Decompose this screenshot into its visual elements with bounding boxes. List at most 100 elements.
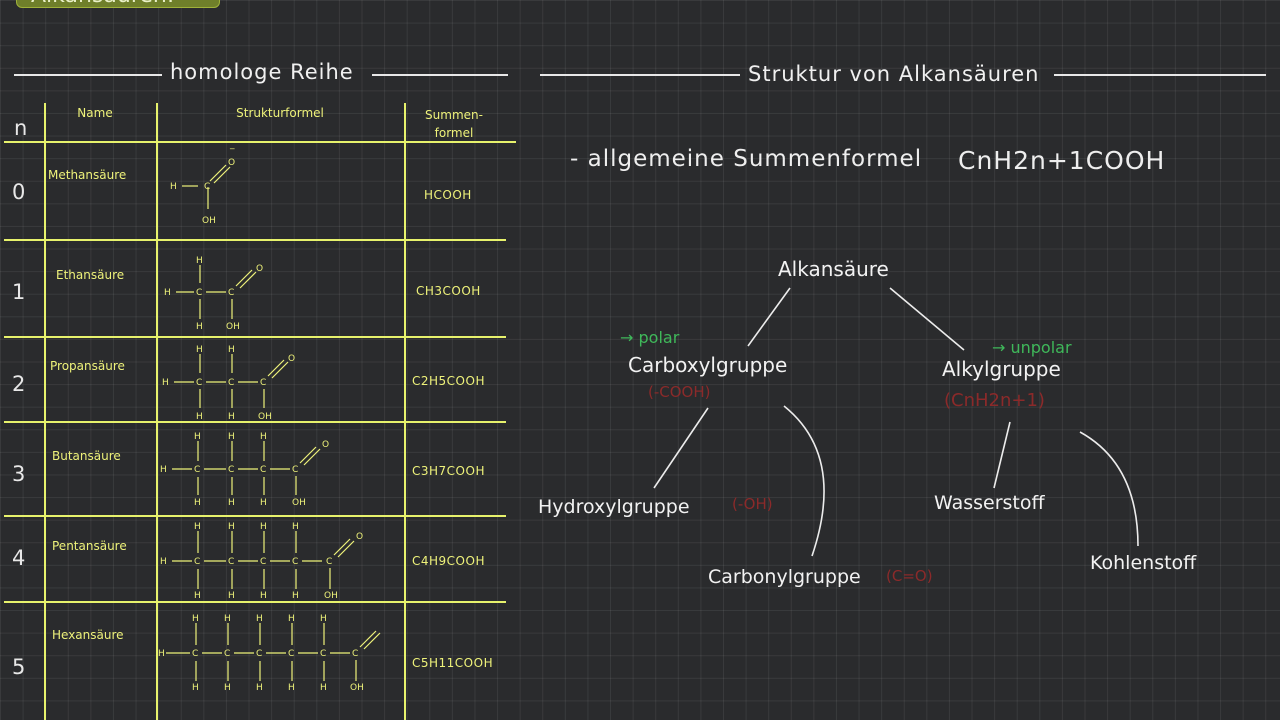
svg-text:H: H <box>196 256 203 266</box>
svg-text:C: C <box>326 557 332 567</box>
row-summenformel: C2H5COOH <box>412 374 485 388</box>
carboxyl-subformula: (-COOH) <box>648 383 711 401</box>
svg-text:C: C <box>196 288 202 298</box>
svg-text:O: O <box>228 158 235 168</box>
svg-text:C: C <box>292 557 298 567</box>
svg-text:H: H <box>228 432 235 442</box>
svg-text:H: H <box>228 498 235 508</box>
svg-text:H: H <box>162 378 169 388</box>
table-col-line <box>404 103 406 720</box>
row-summenformel: C4H9COOH <box>412 554 485 568</box>
svg-text:C: C <box>224 649 230 659</box>
node-carbonylgruppe: Carbonylgruppe <box>708 566 861 588</box>
row-n: 4 <box>12 546 26 570</box>
general-formula: CnH2n+1COOH <box>958 146 1166 175</box>
heading-rule-left <box>540 74 740 76</box>
svg-text:C: C <box>228 378 234 388</box>
svg-text:H: H <box>256 614 263 624</box>
svg-text:O: O <box>256 264 263 274</box>
header-strukturformel: Strukturformel <box>236 106 324 120</box>
svg-text:H: H <box>260 498 267 508</box>
svg-text:H: H <box>158 649 165 659</box>
svg-text:H: H <box>260 522 267 532</box>
row-summenformel: CH3COOH <box>416 284 481 298</box>
svg-text:C: C <box>260 557 266 567</box>
svg-text:OH: OH <box>226 322 240 332</box>
svg-text:H: H <box>228 345 235 355</box>
node-alkansaeure: Alkansäure <box>778 257 889 281</box>
struktur-heading: Struktur von Alkansäuren <box>748 62 1040 86</box>
svg-text:H: H <box>196 345 203 355</box>
svg-text:H: H <box>194 432 201 442</box>
svg-text:H: H <box>292 522 299 532</box>
row-n: 1 <box>12 280 26 304</box>
header-name: Name <box>77 106 113 120</box>
svg-text:H: H <box>170 182 177 192</box>
svg-text:C: C <box>196 378 202 388</box>
svg-text:C: C <box>260 465 266 475</box>
section-title-tag: Alkansäuren: <box>16 0 220 8</box>
svg-text:OH: OH <box>258 412 272 422</box>
carbonyl-subformula: (C=O) <box>886 567 933 585</box>
svg-text:O: O <box>356 532 363 542</box>
svg-text:H: H <box>320 614 327 624</box>
svg-text:H: H <box>194 522 201 532</box>
svg-text:C: C <box>260 378 266 388</box>
tag-polar: → polar <box>620 328 680 347</box>
svg-text:C: C <box>194 465 200 475</box>
hydroxyl-subformula: (-OH) <box>732 495 773 513</box>
structural-formulas-drawing: H COHO‾ HH C C H OHO HH HCCC H H OHO HHH HCCCC… <box>158 148 381 693</box>
heading-rule-left <box>14 74 162 76</box>
node-kohlenstoff: Kohlenstoff <box>1090 552 1197 574</box>
svg-text:O: O <box>288 354 295 364</box>
formula-label: - allgemeine Summenformel <box>570 146 923 172</box>
row-summenformel: C5H11COOH <box>412 656 494 670</box>
svg-text:C: C <box>194 557 200 567</box>
svg-text:H: H <box>194 498 201 508</box>
svg-text:C: C <box>256 649 262 659</box>
svg-text:H: H <box>224 614 231 624</box>
svg-text:OH: OH <box>350 683 364 693</box>
svg-text:H: H <box>256 683 263 693</box>
svg-text:H: H <box>260 432 267 442</box>
svg-text:H: H <box>288 614 295 624</box>
row-name: Propansäure <box>50 359 125 373</box>
svg-text:O: O <box>322 440 329 450</box>
node-wasserstoff: Wasserstoff <box>934 492 1045 514</box>
header-summenformel: Summen-formel <box>425 108 483 140</box>
tree-connectors <box>653 287 1139 557</box>
svg-text:C: C <box>288 649 294 659</box>
svg-text:H: H <box>196 412 203 422</box>
svg-text:H: H <box>192 683 199 693</box>
svg-text:H: H <box>320 683 327 693</box>
homologe-reihe-heading: homologe Reihe <box>170 60 354 84</box>
row-n: 5 <box>12 655 26 679</box>
node-alkylgruppe: Alkylgruppe <box>942 357 1061 381</box>
svg-text:C: C <box>204 182 210 192</box>
svg-text:H: H <box>164 288 171 298</box>
svg-text:C: C <box>228 288 234 298</box>
node-carboxylgruppe: Carboxylgruppe <box>628 353 788 377</box>
svg-text:H: H <box>288 683 295 693</box>
svg-text:C: C <box>228 465 234 475</box>
table-col-line <box>44 103 46 720</box>
svg-text:H: H <box>194 591 201 601</box>
row-name: Ethansäure <box>56 268 125 282</box>
row-name: Butansäure <box>52 449 121 463</box>
row-name: Pentansäure <box>52 539 127 553</box>
svg-text:C: C <box>320 649 326 659</box>
svg-text:OH: OH <box>202 216 216 226</box>
header-n: n <box>14 116 28 140</box>
alkyl-subformula: (CnH2n+1) <box>944 390 1045 411</box>
row-n: 0 <box>12 180 26 204</box>
heading-rule-right <box>372 74 508 76</box>
svg-text:H: H <box>224 683 231 693</box>
row-summenformel: C3H7COOH <box>412 464 485 478</box>
svg-text:H: H <box>228 591 235 601</box>
svg-text:H: H <box>192 614 199 624</box>
row-name: Methansäure <box>48 168 127 182</box>
heading-rule-right <box>1054 74 1266 76</box>
svg-text:H: H <box>228 522 235 532</box>
svg-text:H: H <box>160 465 167 475</box>
tag-unpolar: → unpolar <box>992 338 1072 357</box>
